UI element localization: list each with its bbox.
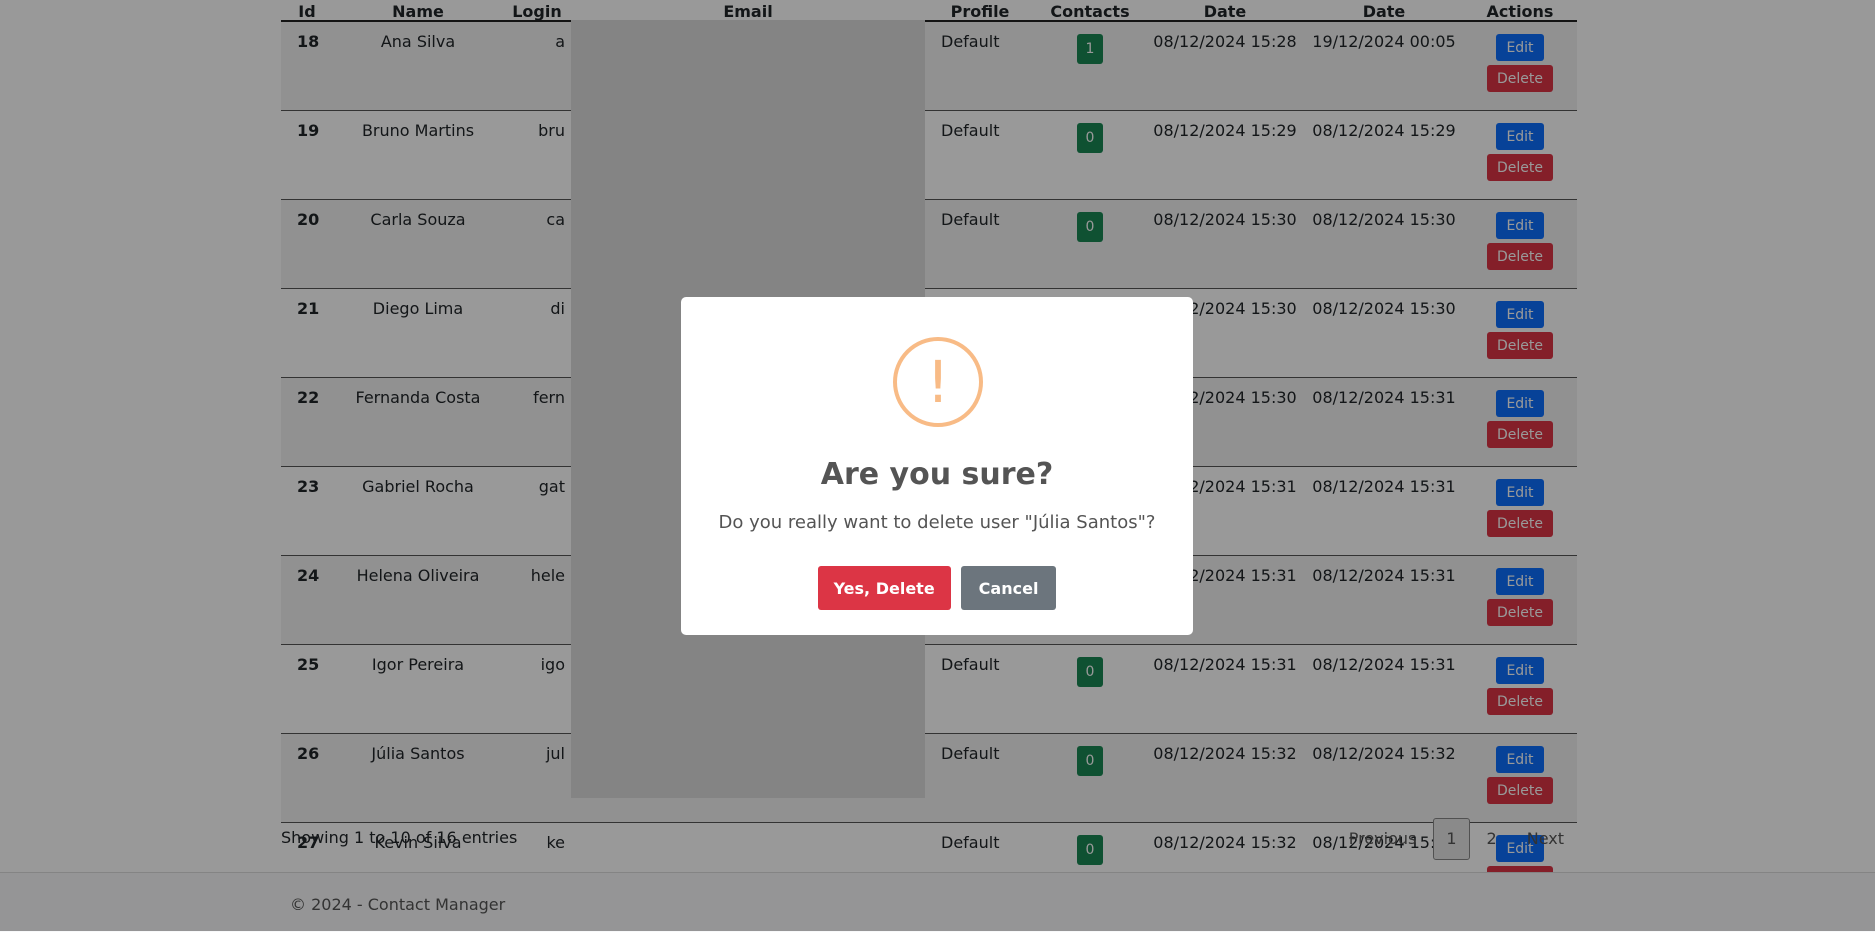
dialog-message: Do you really want to delete user "Júlia…: [718, 512, 1156, 533]
dialog-title: Are you sure?: [820, 457, 1054, 492]
cancel-button[interactable]: Cancel: [960, 566, 1057, 610]
warning-icon: !: [893, 337, 983, 427]
dialog-actions: Yes, Delete Cancel: [681, 566, 1193, 610]
confirm-delete-button[interactable]: Yes, Delete: [817, 566, 951, 610]
confirm-delete-dialog: ! Are you sure? Do you really want to de…: [681, 297, 1193, 635]
